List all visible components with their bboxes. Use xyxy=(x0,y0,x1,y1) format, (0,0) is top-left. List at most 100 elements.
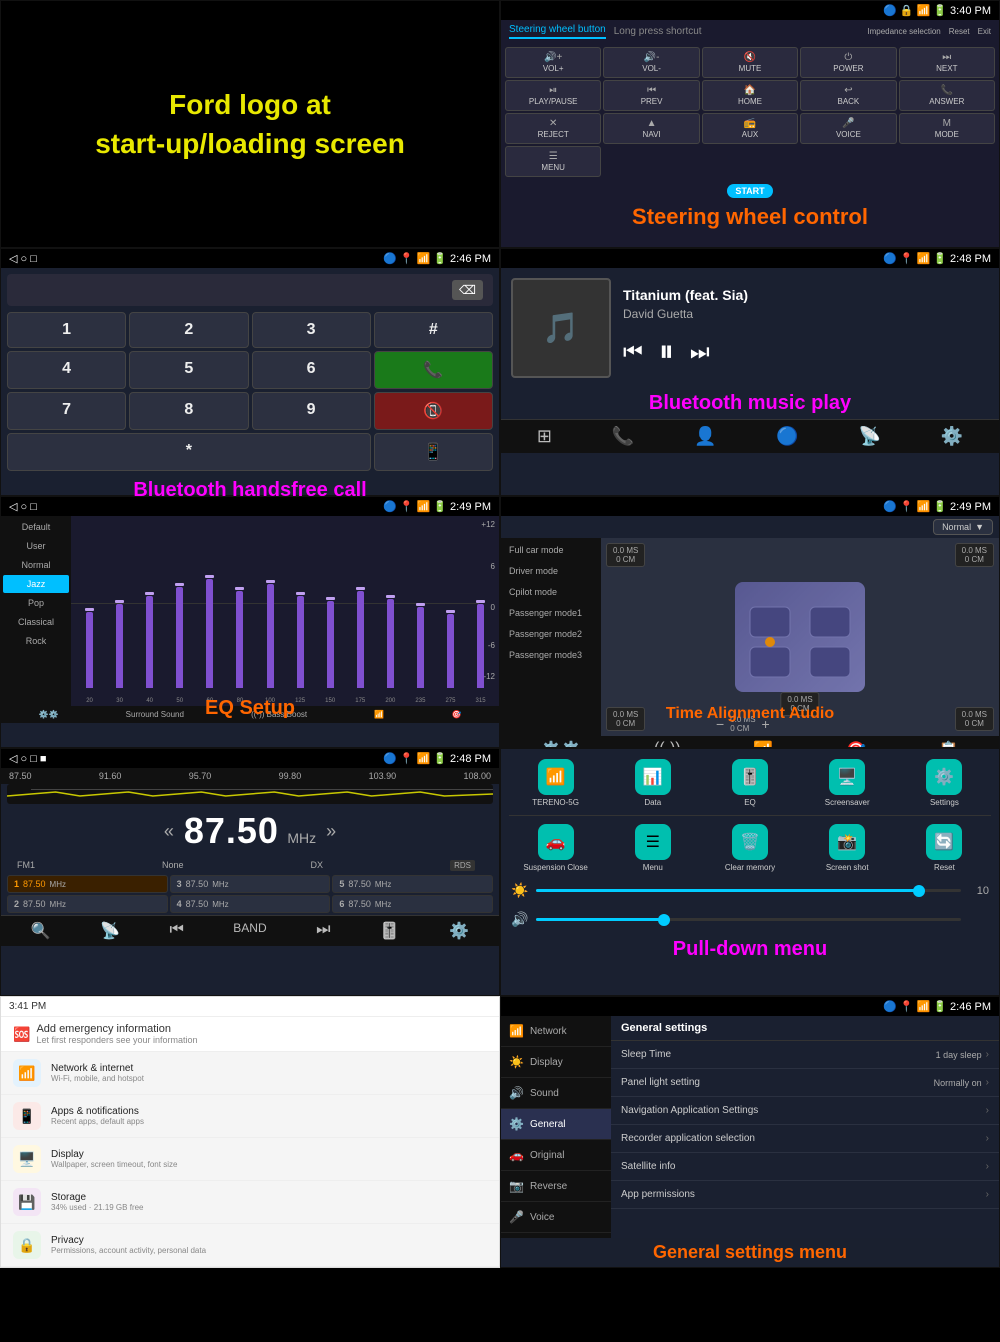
ta-nav-5[interactable]: 📋 xyxy=(939,740,959,748)
fm-search-btn[interactable]: 🔍 xyxy=(31,921,51,941)
dial-3[interactable]: 3 xyxy=(252,312,371,348)
music-prev-btn[interactable]: ⏮ xyxy=(623,339,643,365)
fm-preset-5[interactable]: 587.50MHz xyxy=(332,875,493,893)
sc-prev[interactable]: ⏮PREV xyxy=(603,80,699,111)
pd-item-reset[interactable]: 🔄 Reset xyxy=(898,824,991,872)
ta-mode-driver[interactable]: Driver mode xyxy=(503,561,599,581)
dial-call[interactable]: 📞 xyxy=(374,351,493,389)
pd-brightness-thumb[interactable] xyxy=(913,885,925,897)
gen-row-navi[interactable]: Navigation Application Settings › xyxy=(611,1097,999,1125)
ta-nav-4[interactable]: 🎯 xyxy=(846,740,866,748)
pd-volume-track[interactable] xyxy=(536,918,961,921)
eq-nav-eq[interactable]: 🎯 xyxy=(451,710,461,719)
sc-voice[interactable]: 🎤VOICE xyxy=(800,113,896,144)
tab-impedance[interactable]: Impedance selection xyxy=(867,27,940,36)
fm-prev-btn[interactable]: ⏮ xyxy=(169,921,183,941)
fm-preset-6[interactable]: 687.50MHz xyxy=(332,895,493,913)
ta-minus-btn[interactable]: − xyxy=(716,716,724,732)
pd-brightness-track[interactable] xyxy=(536,889,961,892)
sc-menu[interactable]: ☰MENU xyxy=(505,146,601,177)
android-setting-display[interactable]: 🖥️ Display Wallpaper, screen timeout, fo… xyxy=(1,1138,499,1181)
music-play-btn[interactable]: ⏸ xyxy=(659,335,674,369)
dial-9[interactable]: 9 xyxy=(252,392,371,430)
gen-sidebar-voice[interactable]: 🎤 Voice xyxy=(501,1202,611,1233)
gen-row-satellite[interactable]: Satellite info › xyxy=(611,1153,999,1181)
eq-preset-pop[interactable]: Pop xyxy=(3,594,69,612)
gen-row-apppermissions[interactable]: App permissions › xyxy=(611,1181,999,1209)
pd-item-data[interactable]: 📊 Data xyxy=(606,759,699,807)
fm-preset-1[interactable]: 187.50MHz xyxy=(7,875,168,893)
dial-4[interactable]: 4 xyxy=(7,351,126,389)
music-next-btn[interactable]: ⏭ xyxy=(690,339,710,365)
nav-bt3[interactable]: 📡 xyxy=(858,426,880,447)
fm-next-btn[interactable]: ⏭ xyxy=(316,921,330,941)
sc-navi[interactable]: ▲NAVI xyxy=(603,113,699,144)
sc-answer[interactable]: 📞ANSWER xyxy=(899,80,995,111)
ta-mode-fullcar[interactable]: Full car mode xyxy=(503,540,599,560)
tab-exit[interactable]: Exit xyxy=(978,27,991,36)
fm-antenna-btn[interactable]: 📡 xyxy=(100,921,120,941)
fm-preset-4[interactable]: 487.50MHz xyxy=(170,895,331,913)
ta-nav-2[interactable]: ((·)) xyxy=(654,740,681,748)
ta-mode-pass1[interactable]: Passenger mode1 xyxy=(503,603,599,623)
eq-nav-target[interactable]: 📶 xyxy=(374,710,384,719)
gen-sidebar-reverse[interactable]: 📷 Reverse xyxy=(501,1171,611,1202)
nav-settings2[interactable]: ⚙️ xyxy=(941,426,963,447)
pd-volume-thumb[interactable] xyxy=(658,914,670,926)
tab-steering-wheel[interactable]: Steering wheel button xyxy=(509,24,606,39)
sc-reject[interactable]: ✕REJECT xyxy=(505,113,601,144)
android-setting-network[interactable]: 📶 Network & internet Wi-Fi, mobile, and … xyxy=(1,1052,499,1095)
eq-preset-user[interactable]: User xyxy=(3,537,69,555)
ta-mode-cpilot[interactable]: Cpilot mode xyxy=(503,582,599,602)
fm-rewind-btn[interactable]: « xyxy=(164,821,174,842)
sc-back[interactable]: ↩BACK xyxy=(800,80,896,111)
sc-vol-plus[interactable]: 🔊+VOL+ xyxy=(505,47,601,78)
gen-row-sleep[interactable]: Sleep Time 1 day sleep › xyxy=(611,1041,999,1069)
pd-item-eq[interactable]: 🎚️ EQ xyxy=(703,759,796,807)
tab-reset[interactable]: Reset xyxy=(949,27,970,36)
gen-row-recorder[interactable]: Recorder application selection › xyxy=(611,1125,999,1153)
dial-6[interactable]: 6 xyxy=(252,351,371,389)
nav-grid2[interactable]: ⊞ xyxy=(537,426,552,447)
phone-backspace-btn[interactable]: ⌫ xyxy=(452,280,483,300)
sc-mute[interactable]: 🔇MUTE xyxy=(702,47,798,78)
fm-preset-2[interactable]: 287.50MHz xyxy=(7,895,168,913)
android-setting-privacy[interactable]: 🔒 Privacy Permissions, account activity,… xyxy=(1,1224,499,1267)
eq-preset-normal[interactable]: Normal xyxy=(3,556,69,574)
gen-sidebar-network[interactable]: 📶 Network xyxy=(501,1016,611,1047)
android-setting-storage[interactable]: 💾 Storage 34% used · 21.19 GB free xyxy=(1,1181,499,1224)
dial-5[interactable]: 5 xyxy=(129,351,248,389)
gen-sidebar-display[interactable]: ☀️ Display xyxy=(501,1047,611,1078)
gen-sidebar-general[interactable]: ⚙️ General xyxy=(501,1109,611,1140)
dial-2[interactable]: 2 xyxy=(129,312,248,348)
android-setting-location[interactable]: 📍 Location On · 9 apps have access to lo… xyxy=(1,1267,499,1268)
pd-item-wifi[interactable]: 📶 TERENO-5G xyxy=(509,759,602,807)
ta-plus-btn[interactable]: + xyxy=(762,716,770,732)
fm-eq-btn[interactable]: 🎚️ xyxy=(380,921,400,941)
pd-item-clearmem[interactable]: 🗑️ Clear memory xyxy=(703,824,796,872)
sc-home[interactable]: 🏠HOME xyxy=(702,80,798,111)
pd-item-settings[interactable]: ⚙️ Settings xyxy=(898,759,991,807)
eq-nav-surround[interactable]: Surround Sound xyxy=(126,710,184,719)
ta-mode-pass2[interactable]: Passenger mode2 xyxy=(503,624,599,644)
eq-preset-rock[interactable]: Rock xyxy=(3,632,69,650)
eq-preset-jazz[interactable]: Jazz xyxy=(3,575,69,593)
nav-phone2[interactable]: 📞 xyxy=(612,426,634,447)
ta-nav-3[interactable]: 📶 xyxy=(753,740,773,748)
sc-next[interactable]: ⏭NEXT xyxy=(899,47,995,78)
nav-bluetooth2[interactable]: 🔵 xyxy=(776,426,798,447)
dial-1[interactable]: 1 xyxy=(7,312,126,348)
dial-end[interactable]: 📵 xyxy=(374,392,493,430)
sc-vol-minus[interactable]: 🔊-VOL- xyxy=(603,47,699,78)
fm-band-btn[interactable]: BAND xyxy=(233,921,266,941)
ta-nav-1[interactable]: ⚙️⚙️ xyxy=(541,740,581,748)
fm-preset-3[interactable]: 387.50MHz xyxy=(170,875,331,893)
pd-item-screensaver[interactable]: 🖥️ Screensaver xyxy=(801,759,894,807)
pd-item-screenshot[interactable]: 📸 Screen shot xyxy=(801,824,894,872)
sc-play-pause[interactable]: ⏯PLAY/PAUSE xyxy=(505,80,601,111)
gen-row-panel[interactable]: Panel light setting Normally on › xyxy=(611,1069,999,1097)
gen-sidebar-sound[interactable]: 🔊 Sound xyxy=(501,1078,611,1109)
gen-sidebar-original[interactable]: 🚗 Original xyxy=(501,1140,611,1171)
ta-mode-pass3[interactable]: Passenger mode3 xyxy=(503,645,599,665)
dial-contact[interactable]: 📱 xyxy=(374,433,493,471)
